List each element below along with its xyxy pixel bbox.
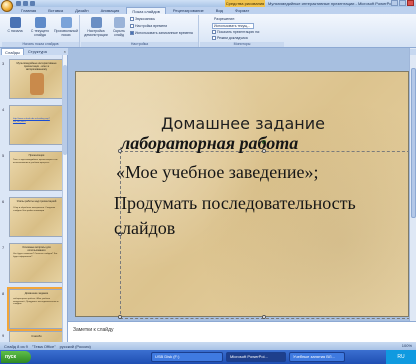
undo-icon[interactable]	[23, 1, 28, 6]
microphone-icon	[130, 17, 134, 21]
pane-close-icon[interactable]: ×	[64, 49, 66, 54]
slide-text-line[interactable]: «Мое учебное заведение»;	[116, 162, 318, 183]
slide-number: 3	[2, 61, 5, 66]
tab-home[interactable]: Главная	[16, 7, 41, 14]
resolution-select[interactable]: Использовать текущ...	[212, 23, 254, 29]
current-slide-icon	[34, 17, 46, 28]
slide-title[interactable]: Домашнее задание	[76, 114, 410, 133]
slide-number: 4	[2, 107, 5, 112]
setup-show-button[interactable]: Настройка демонстрации	[83, 17, 109, 37]
slide-thumbnail-selected[interactable]: Домашнее задание лабораторная работа «Мо…	[7, 287, 66, 331]
slide-text-line[interactable]: слайдов	[114, 218, 175, 239]
monitor-icon	[212, 30, 216, 34]
contextual-tab-header: Средства рисования	[225, 0, 265, 7]
checkbox-icon	[130, 31, 134, 35]
maximize-button[interactable]	[399, 0, 406, 6]
slides-pane: 3 Мультимедийные интерактивные презентац…	[0, 55, 68, 342]
custom-show-icon	[60, 17, 72, 28]
status-bar: Слайд 8 из 9 "Тема Office" русский (Росс…	[0, 342, 416, 350]
record-narration[interactable]: Звукозапись	[130, 17, 155, 21]
checkbox-icon	[212, 36, 216, 40]
resize-handle[interactable]	[262, 315, 266, 319]
slide-thumbnail[interactable]: Спасибо	[9, 331, 64, 342]
scroll-thumb[interactable]	[63, 65, 67, 155]
slide-thumbnail[interactable]: http://www.school.edu.ru/catalog.asp?cat…	[9, 105, 64, 145]
from-current-button[interactable]: С текущего слайда	[28, 17, 52, 37]
scroll-up-icon[interactable]	[410, 49, 416, 55]
slideshow-icon	[9, 17, 21, 28]
slide-thumbnail[interactable]: Презентация Текст о мультимедийных презе…	[9, 151, 64, 191]
tab-view[interactable]: Вид	[211, 7, 228, 14]
slide-text-line[interactable]: Продумать последовательность	[114, 193, 356, 214]
show-on-monitor[interactable]: Показать презентацию на:	[212, 30, 260, 34]
person-image	[30, 73, 44, 95]
taskbar: пуск USB Disk (F:) Microsoft PowerPoi...…	[0, 350, 416, 364]
custom-show-button[interactable]: Произвольный показ	[54, 17, 78, 37]
redo-icon[interactable]	[30, 1, 35, 6]
language-tray[interactable]: RU	[386, 350, 416, 364]
slide-number: 7	[2, 245, 5, 250]
tab-slides[interactable]: Слайды	[1, 48, 24, 55]
zoom-level[interactable]: 100%	[402, 343, 412, 348]
tab-review[interactable]: Рецензирование	[168, 7, 209, 14]
pane-tabs: Слайды Структура ×	[0, 48, 68, 55]
ribbon-tabs: Главная Вставка Дизайн Анимация Показ сл…	[0, 7, 416, 14]
slide-counter: Слайд 8 из 9	[4, 343, 28, 349]
clock-icon	[130, 24, 134, 28]
tab-slideshow[interactable]: Показ слайдов	[126, 7, 166, 14]
office-button[interactable]	[1, 0, 13, 12]
save-icon[interactable]	[16, 1, 21, 6]
presenter-view-checkbox[interactable]: Режим докладчика	[212, 36, 248, 40]
tab-insert[interactable]: Вставка	[43, 7, 68, 14]
slide-number: 6	[2, 199, 5, 204]
tab-design[interactable]: Дизайн	[70, 7, 93, 14]
slide-number: 5	[2, 153, 5, 158]
title-bar: Средства рисования Мультимедийные интера…	[0, 0, 416, 12]
notes-pane[interactable]: Заметки к слайду	[68, 321, 416, 342]
slide-thumbnail[interactable]: Мультимедийные интерактивные презентации…	[9, 59, 64, 99]
notes-placeholder: Заметки к слайду	[73, 327, 114, 333]
pane-scrollbar[interactable]	[62, 55, 67, 342]
use-timings-checkbox[interactable]: Использовать записанные времена	[130, 31, 193, 35]
taskbar-item[interactable]: USB Disk (F:)	[151, 352, 223, 362]
from-start-button[interactable]: С начала	[4, 17, 26, 33]
theme-name: "Тема Office"	[31, 343, 56, 349]
slide-scrollbar[interactable]	[409, 48, 416, 321]
window-controls	[391, 0, 414, 6]
ribbon: С начала С текущего слайда Произвольный …	[0, 14, 416, 48]
resolution-label: Разрешение:	[214, 17, 236, 21]
slide-number: 8	[2, 291, 5, 296]
hide-slide-icon	[113, 17, 125, 28]
group-start-show: С начала С текущего слайда Произвольный …	[2, 15, 80, 47]
slide-number: 9	[2, 333, 5, 338]
slide-thumbnail[interactable]: Этапы работы над презентацией Сбор и обр…	[9, 197, 64, 237]
start-button[interactable]: пуск	[1, 351, 31, 363]
language-indicator[interactable]: русский (Россия)	[60, 344, 91, 349]
setup-icon	[90, 17, 102, 28]
slide-text-line[interactable]: лабораторная работа	[121, 133, 298, 154]
slide-stage: Домашнее задание лабораторная работа «Мо…	[68, 48, 410, 321]
close-button[interactable]	[407, 0, 414, 6]
tab-format[interactable]: Формат	[230, 7, 254, 14]
rehearse-timings[interactable]: Настройка времени	[130, 24, 167, 28]
tab-animation[interactable]: Анимация	[96, 7, 125, 14]
hide-slide-button[interactable]: Скрыть слайд	[111, 17, 127, 37]
taskbar-item-powerpoint[interactable]: Microsoft PowerPoi...	[226, 352, 286, 362]
quick-access-toolbar	[16, 1, 35, 6]
taskbar-item[interactable]: Учебные занятия ВЛ...	[289, 352, 345, 362]
minimize-button[interactable]	[391, 0, 398, 6]
slide-thumbnail[interactable]: Основные вопросы для использования Что б…	[9, 243, 64, 283]
scroll-thumb[interactable]	[411, 68, 416, 218]
group-monitors: Разрешение: Использовать текущ... Показа…	[200, 15, 296, 47]
resize-handle[interactable]	[118, 315, 122, 319]
group-setup: Настройка демонстрации Скрыть слайд Звук…	[81, 15, 199, 47]
window-title: Мультимедийные интерактивные презентации…	[268, 1, 396, 6]
tab-outline[interactable]: Структура	[25, 48, 50, 55]
